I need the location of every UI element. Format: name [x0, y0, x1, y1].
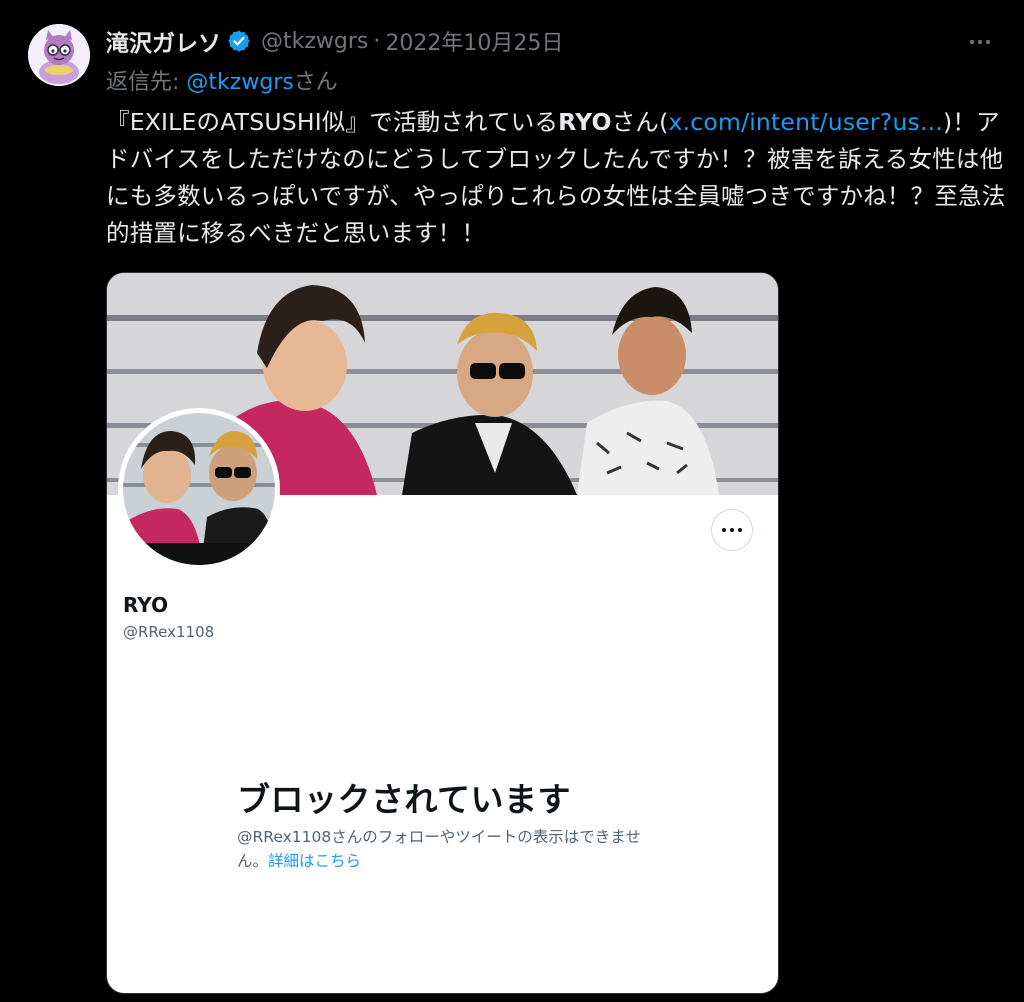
profile-avatar-image — [123, 413, 275, 565]
tweet-date[interactable]: 2022年10月25日 — [385, 25, 563, 57]
more-options-icon[interactable] — [962, 28, 998, 56]
learn-more-link[interactable]: 詳細はこちら — [268, 852, 361, 870]
author-handle[interactable]: @tkzwgrs — [261, 29, 368, 54]
header-separator: · — [373, 28, 381, 54]
tweet-text: 『EXILEのATSUSHI似』で活動されているRYOさん(x.com/inte… — [106, 104, 1006, 252]
blocked-description: @RRex1108さんのフォローやツイートの表示はできません。詳細はこちら — [237, 825, 647, 873]
tweet: 滝沢ガレソ @tkzwgrs · 2022年10月25日 返信先: @tkzwg… — [0, 0, 1024, 1002]
profile-handle: @RRex1108 — [123, 623, 215, 641]
reply-context: 返信先: @tkzwgrsさん — [106, 64, 338, 96]
profile-name: RYO — [123, 593, 169, 617]
blocked-title: ブロックされています — [237, 780, 572, 819]
reply-mention-link[interactable]: @tkzwgrs — [186, 70, 293, 95]
attached-image-card[interactable]: RYO @RRex1108 ブロックされています @RRex1108さんのフォロ… — [106, 272, 779, 994]
tweet-text-bold: RYO — [558, 108, 612, 136]
card-more-options-icon[interactable] — [711, 509, 753, 551]
author-name[interactable]: 滝沢ガレソ — [106, 24, 221, 58]
tweet-header: 滝沢ガレソ @tkzwgrs · 2022年10月25日 — [106, 24, 563, 58]
reply-suffix: さん — [293, 70, 338, 95]
tweet-text-part1: 『EXILEのATSUSHI似』で活動されている — [106, 108, 559, 136]
tweet-text-link[interactable]: x.com/intent/user?us... — [669, 108, 943, 136]
reply-prefix: 返信先: — [106, 70, 187, 95]
tweet-text-part2: さん( — [611, 108, 669, 136]
verified-badge-icon — [228, 30, 250, 52]
author-avatar[interactable] — [28, 24, 90, 86]
